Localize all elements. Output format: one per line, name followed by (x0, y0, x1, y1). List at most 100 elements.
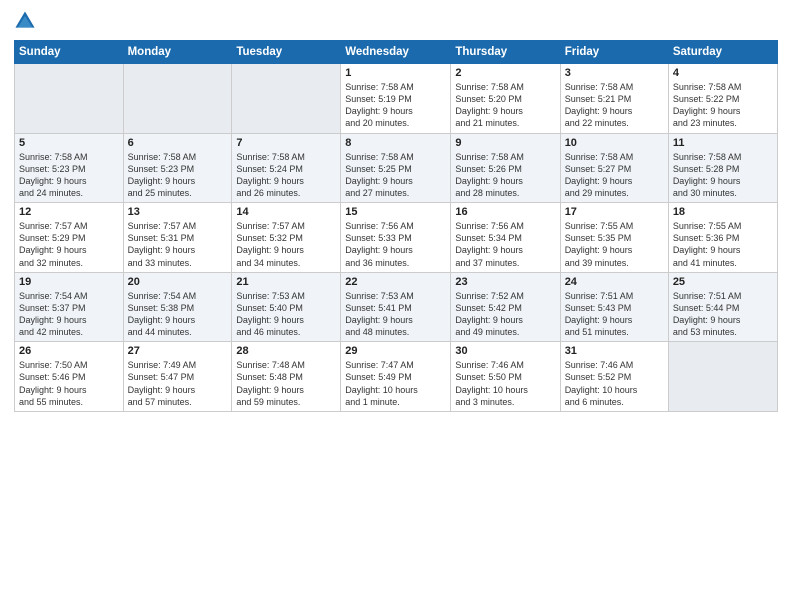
calendar-cell: 25Sunrise: 7:51 AM Sunset: 5:44 PM Dayli… (668, 272, 777, 342)
calendar-cell: 29 Sunrise: 7:47 AM Sunset: 5:49 PM Dayli… (341, 342, 451, 412)
cell-info: Sunrise: 7:53 AM Sunset: 5:40 PM Dayligh… (236, 290, 336, 339)
weekday-header-wednesday: Wednesday (341, 41, 451, 64)
day-number: 20 (128, 276, 228, 288)
cell-info: Sunrise: 7:48 AM Sunset: 5:48 PM Dayligh… (236, 359, 336, 408)
calendar-cell: 10 Sunrise: 7:58 AM Sunset: 5:27 PM Dayli… (560, 133, 668, 203)
day-number: 5 (19, 137, 119, 149)
day-number: 21 (236, 276, 336, 288)
day-number: 19 (19, 276, 119, 288)
calendar-cell: 17 Sunrise: 7:55 AM Sunset: 5:35 PM Dayli… (560, 203, 668, 273)
calendar-cell: 12 Sunrise: 7:57 AM Sunset: 5:29 PM Dayli… (15, 203, 124, 273)
week-row-4: 19 Sunrise: 7:54 AM Sunset: 5:37 PM Dayli… (15, 272, 778, 342)
cell-info: Sunrise: 7:58 AM Sunset: 5:28 PM Dayligh… (673, 151, 773, 200)
cell-info: Sunrise: 7:57 AM Sunset: 5:32 PM Dayligh… (236, 220, 336, 269)
cell-info: Sunrise: 7:46 AM Sunset: 5:50 PM Dayligh… (455, 359, 555, 408)
cell-info: Sunrise: 7:46 AM Sunset: 5:52 PM Dayligh… (565, 359, 664, 408)
calendar-cell: 16Sunrise: 7:56 AM Sunset: 5:34 PM Dayli… (451, 203, 560, 273)
day-number: 23 (455, 276, 555, 288)
cell-info: Sunrise: 7:58 AM Sunset: 5:26 PM Dayligh… (455, 151, 555, 200)
calendar-cell: 9 Sunrise: 7:58 AM Sunset: 5:26 PM Daylig… (451, 133, 560, 203)
day-number: 28 (236, 345, 336, 357)
calendar-cell: 2 Sunrise: 7:58 AM Sunset: 5:20 PM Daylig… (451, 64, 560, 134)
day-number: 12 (19, 206, 119, 218)
week-row-5: 26 Sunrise: 7:50 AM Sunset: 5:46 PM Dayli… (15, 342, 778, 412)
day-number: 30 (455, 345, 555, 357)
day-number: 29 (345, 345, 446, 357)
weekday-header-sunday: Sunday (15, 41, 124, 64)
page: SundayMondayTuesdayWednesdayThursdayFrid… (0, 0, 792, 612)
calendar-cell: 31 Sunrise: 7:46 AM Sunset: 5:52 PM Dayli… (560, 342, 668, 412)
day-number: 17 (565, 206, 664, 218)
cell-info: Sunrise: 7:47 AM Sunset: 5:49 PM Dayligh… (345, 359, 446, 408)
week-row-3: 12 Sunrise: 7:57 AM Sunset: 5:29 PM Dayli… (15, 203, 778, 273)
cell-info: Sunrise: 7:55 AM Sunset: 5:36 PM Dayligh… (673, 220, 773, 269)
day-number: 31 (565, 345, 664, 357)
week-row-1: 1Sunrise: 7:58 AM Sunset: 5:19 PM Daylig… (15, 64, 778, 134)
day-number: 14 (236, 206, 336, 218)
day-number: 7 (236, 137, 336, 149)
day-number: 10 (565, 137, 664, 149)
calendar-cell (15, 64, 124, 134)
calendar-cell (232, 64, 341, 134)
calendar-cell: 13Sunrise: 7:57 AM Sunset: 5:31 PM Dayli… (123, 203, 232, 273)
cell-info: Sunrise: 7:53 AM Sunset: 5:41 PM Dayligh… (345, 290, 446, 339)
calendar-cell: 30 Sunrise: 7:46 AM Sunset: 5:50 PM Dayli… (451, 342, 560, 412)
calendar-cell: 3Sunrise: 7:58 AM Sunset: 5:21 PM Daylig… (560, 64, 668, 134)
cell-info: Sunrise: 7:57 AM Sunset: 5:29 PM Dayligh… (19, 220, 119, 269)
day-number: 27 (128, 345, 228, 357)
cell-info: Sunrise: 7:58 AM Sunset: 5:23 PM Dayligh… (128, 151, 228, 200)
logo-icon (14, 10, 36, 32)
day-number: 9 (455, 137, 555, 149)
day-number: 1 (345, 67, 446, 79)
cell-info: Sunrise: 7:58 AM Sunset: 5:27 PM Dayligh… (565, 151, 664, 200)
day-number: 13 (128, 206, 228, 218)
calendar-cell: 4Sunrise: 7:58 AM Sunset: 5:22 PM Daylig… (668, 64, 777, 134)
cell-info: Sunrise: 7:58 AM Sunset: 5:20 PM Dayligh… (455, 81, 555, 130)
cell-info: Sunrise: 7:58 AM Sunset: 5:25 PM Dayligh… (345, 151, 446, 200)
calendar-cell: 14 Sunrise: 7:57 AM Sunset: 5:32 PM Dayli… (232, 203, 341, 273)
day-number: 15 (345, 206, 446, 218)
weekday-header-saturday: Saturday (668, 41, 777, 64)
cell-info: Sunrise: 7:54 AM Sunset: 5:37 PM Dayligh… (19, 290, 119, 339)
cell-info: Sunrise: 7:58 AM Sunset: 5:23 PM Dayligh… (19, 151, 119, 200)
cell-info: Sunrise: 7:51 AM Sunset: 5:43 PM Dayligh… (565, 290, 664, 339)
calendar-cell: 24 Sunrise: 7:51 AM Sunset: 5:43 PM Dayli… (560, 272, 668, 342)
cell-info: Sunrise: 7:56 AM Sunset: 5:34 PM Dayligh… (455, 220, 555, 269)
weekday-header-monday: Monday (123, 41, 232, 64)
day-number: 26 (19, 345, 119, 357)
calendar-cell: 28 Sunrise: 7:48 AM Sunset: 5:48 PM Dayli… (232, 342, 341, 412)
weekday-header-thursday: Thursday (451, 41, 560, 64)
calendar-cell: 6 Sunrise: 7:58 AM Sunset: 5:23 PM Daylig… (123, 133, 232, 203)
cell-info: Sunrise: 7:51 AM Sunset: 5:44 PM Dayligh… (673, 290, 773, 339)
cell-info: Sunrise: 7:58 AM Sunset: 5:22 PM Dayligh… (673, 81, 773, 130)
cell-info: Sunrise: 7:49 AM Sunset: 5:47 PM Dayligh… (128, 359, 228, 408)
cell-info: Sunrise: 7:52 AM Sunset: 5:42 PM Dayligh… (455, 290, 555, 339)
cell-info: Sunrise: 7:58 AM Sunset: 5:24 PM Dayligh… (236, 151, 336, 200)
header (14, 10, 778, 32)
calendar-cell: 11 Sunrise: 7:58 AM Sunset: 5:28 PM Dayli… (668, 133, 777, 203)
calendar-cell: 5 Sunrise: 7:58 AM Sunset: 5:23 PM Daylig… (15, 133, 124, 203)
calendar-cell: 22 Sunrise: 7:53 AM Sunset: 5:41 PM Dayli… (341, 272, 451, 342)
calendar-cell: 20 Sunrise: 7:54 AM Sunset: 5:38 PM Dayli… (123, 272, 232, 342)
weekday-header-friday: Friday (560, 41, 668, 64)
calendar-cell: 26 Sunrise: 7:50 AM Sunset: 5:46 PM Dayli… (15, 342, 124, 412)
day-number: 2 (455, 67, 555, 79)
calendar-cell: 27 Sunrise: 7:49 AM Sunset: 5:47 PM Dayli… (123, 342, 232, 412)
calendar-cell: 23 Sunrise: 7:52 AM Sunset: 5:42 PM Dayli… (451, 272, 560, 342)
weekday-header-tuesday: Tuesday (232, 41, 341, 64)
calendar-cell: 21 Sunrise: 7:53 AM Sunset: 5:40 PM Dayli… (232, 272, 341, 342)
weekday-header-row: SundayMondayTuesdayWednesdayThursdayFrid… (15, 41, 778, 64)
cell-info: Sunrise: 7:55 AM Sunset: 5:35 PM Dayligh… (565, 220, 664, 269)
calendar-cell: 18 Sunrise: 7:55 AM Sunset: 5:36 PM Dayli… (668, 203, 777, 273)
calendar-cell: 8Sunrise: 7:58 AM Sunset: 5:25 PM Daylig… (341, 133, 451, 203)
cell-info: Sunrise: 7:50 AM Sunset: 5:46 PM Dayligh… (19, 359, 119, 408)
day-number: 6 (128, 137, 228, 149)
calendar-table: SundayMondayTuesdayWednesdayThursdayFrid… (14, 40, 778, 412)
day-number: 24 (565, 276, 664, 288)
day-number: 22 (345, 276, 446, 288)
calendar-cell: 1Sunrise: 7:58 AM Sunset: 5:19 PM Daylig… (341, 64, 451, 134)
day-number: 18 (673, 206, 773, 218)
cell-info: Sunrise: 7:54 AM Sunset: 5:38 PM Dayligh… (128, 290, 228, 339)
day-number: 11 (673, 137, 773, 149)
calendar-cell: 15Sunrise: 7:56 AM Sunset: 5:33 PM Dayli… (341, 203, 451, 273)
